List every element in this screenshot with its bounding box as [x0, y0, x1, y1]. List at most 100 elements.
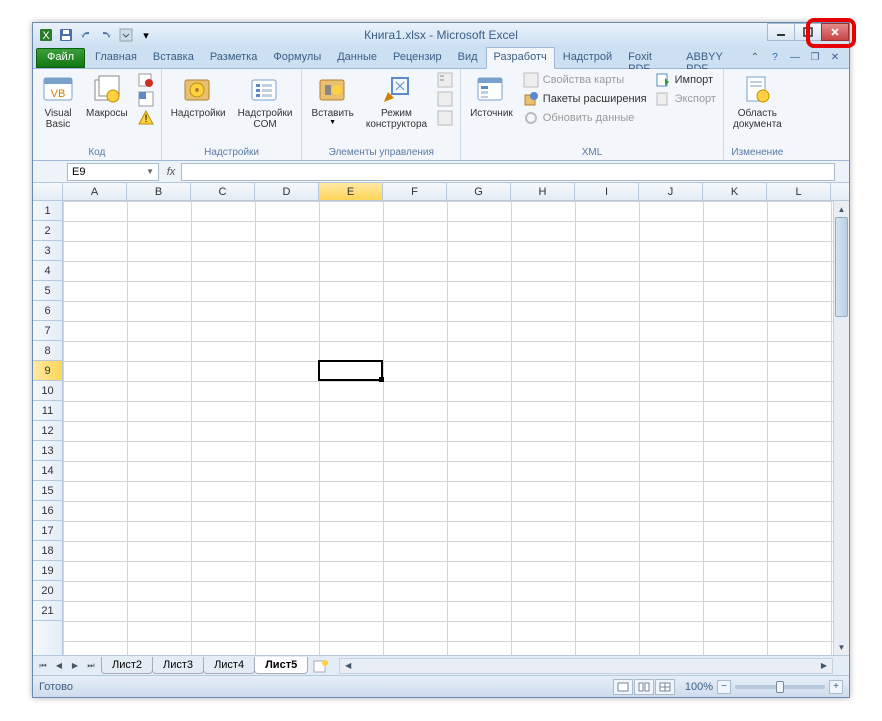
document-panel-button[interactable]: Область документа: [728, 71, 787, 133]
horizontal-scrollbar[interactable]: ◀ ▶: [339, 658, 833, 674]
workbook-minimize-icon[interactable]: —: [787, 50, 803, 66]
tab-разработч[interactable]: Разработч: [486, 47, 555, 69]
workbook-restore-icon[interactable]: ❐: [807, 50, 823, 66]
formula-input[interactable]: [181, 163, 835, 181]
row-header[interactable]: 21: [33, 601, 62, 621]
row-header[interactable]: 2: [33, 221, 62, 241]
row-header[interactable]: 3: [33, 241, 62, 261]
row-header[interactable]: 19: [33, 561, 62, 581]
run-dialog-button[interactable]: [434, 109, 456, 127]
row-header[interactable]: 9: [33, 361, 62, 381]
visual-basic-button[interactable]: VB Visual Basic: [37, 71, 79, 133]
row-header[interactable]: 16: [33, 501, 62, 521]
page-layout-view-button[interactable]: [634, 679, 654, 695]
column-header[interactable]: A: [63, 183, 127, 200]
sheet-tab[interactable]: Лист3: [152, 657, 204, 674]
zoom-knob[interactable]: [776, 681, 784, 693]
save-icon[interactable]: [57, 26, 75, 44]
row-header[interactable]: 7: [33, 321, 62, 341]
row-header[interactable]: 11: [33, 401, 62, 421]
column-header[interactable]: G: [447, 183, 511, 200]
scroll-down-icon[interactable]: ▼: [834, 639, 849, 655]
macros-button[interactable]: Макросы: [81, 71, 133, 122]
tab-разметка[interactable]: Разметка: [202, 47, 266, 68]
row-header[interactable]: 5: [33, 281, 62, 301]
scroll-right-icon[interactable]: ▶: [816, 659, 832, 673]
map-props-button[interactable]: Свойства карты: [520, 71, 650, 89]
tab-вставка[interactable]: Вставка: [145, 47, 202, 68]
export-button[interactable]: Экспорт: [652, 90, 719, 108]
excel-icon[interactable]: X: [37, 26, 55, 44]
row-header[interactable]: 1: [33, 201, 62, 221]
tab-данные[interactable]: Данные: [329, 47, 385, 68]
expansion-packs-button[interactable]: Пакеты расширения: [520, 90, 650, 108]
macro-security-button[interactable]: !: [135, 109, 157, 127]
cells-area[interactable]: [63, 201, 849, 655]
normal-view-button[interactable]: [613, 679, 633, 695]
sheet-prev-icon[interactable]: ◀: [51, 658, 67, 674]
record-macro-button[interactable]: [135, 71, 157, 89]
column-header[interactable]: F: [383, 183, 447, 200]
sheet-tab[interactable]: Лист4: [203, 657, 255, 674]
sheet-first-icon[interactable]: ⏮: [35, 658, 51, 674]
column-header[interactable]: D: [255, 183, 319, 200]
minimize-button[interactable]: [767, 23, 795, 41]
row-header[interactable]: 10: [33, 381, 62, 401]
column-header[interactable]: K: [703, 183, 767, 200]
undo-icon[interactable]: [77, 26, 95, 44]
source-button[interactable]: Источник: [465, 71, 518, 122]
help-icon[interactable]: ?: [767, 50, 783, 66]
row-header[interactable]: 8: [33, 341, 62, 361]
tab-foxit pdf[interactable]: Foxit PDF: [620, 47, 678, 68]
select-all-corner[interactable]: [33, 183, 63, 200]
new-sheet-button[interactable]: [311, 658, 331, 674]
zoom-out-button[interactable]: −: [717, 680, 731, 694]
sheet-last-icon[interactable]: ⏭: [83, 658, 99, 674]
scroll-up-icon[interactable]: ▲: [834, 201, 849, 217]
import-button[interactable]: Импорт: [652, 71, 719, 89]
column-header[interactable]: B: [127, 183, 191, 200]
column-header[interactable]: E: [319, 183, 383, 200]
tab-главная[interactable]: Главная: [87, 47, 145, 68]
vertical-scrollbar[interactable]: ▲ ▼: [833, 201, 849, 655]
refresh-data-button[interactable]: Обновить данные: [520, 109, 650, 127]
addins-button[interactable]: Надстройки: [166, 71, 231, 122]
column-header[interactable]: C: [191, 183, 255, 200]
active-cell[interactable]: [318, 360, 383, 381]
tab-надстрой[interactable]: Надстрой: [555, 47, 620, 68]
row-header[interactable]: 20: [33, 581, 62, 601]
row-header[interactable]: 4: [33, 261, 62, 281]
insert-control-button[interactable]: Вставить ▼: [306, 71, 358, 129]
sheet-tab[interactable]: Лист2: [101, 657, 153, 674]
tab-file[interactable]: Файл: [36, 48, 85, 68]
zoom-level[interactable]: 100%: [685, 681, 713, 693]
row-header[interactable]: 13: [33, 441, 62, 461]
row-header[interactable]: 14: [33, 461, 62, 481]
ribbon-minimize-icon[interactable]: ⌃: [747, 50, 763, 66]
column-header[interactable]: H: [511, 183, 575, 200]
properties-button[interactable]: [434, 71, 456, 89]
sheet-tab[interactable]: Лист5: [254, 657, 308, 674]
row-header[interactable]: 17: [33, 521, 62, 541]
zoom-slider[interactable]: [735, 685, 825, 689]
row-header[interactable]: 6: [33, 301, 62, 321]
view-code-button[interactable]: [434, 90, 456, 108]
sheet-next-icon[interactable]: ▶: [67, 658, 83, 674]
redo-icon[interactable]: [97, 26, 115, 44]
tab-abbyy pdf[interactable]: ABBYY PDF: [678, 47, 747, 68]
fx-icon[interactable]: fx: [161, 166, 181, 178]
row-header[interactable]: 18: [33, 541, 62, 561]
qat-more-icon[interactable]: [117, 26, 135, 44]
relative-refs-button[interactable]: [135, 90, 157, 108]
column-header[interactable]: J: [639, 183, 703, 200]
tab-вид[interactable]: Вид: [450, 47, 486, 68]
tab-формулы[interactable]: Формулы: [265, 47, 329, 68]
zoom-in-button[interactable]: +: [829, 680, 843, 694]
com-addins-button[interactable]: Надстройки COM: [233, 71, 298, 133]
design-mode-button[interactable]: Режим конструктора: [361, 71, 432, 133]
column-header[interactable]: L: [767, 183, 831, 200]
scroll-left-icon[interactable]: ◀: [340, 659, 356, 673]
name-box[interactable]: E9▼: [67, 163, 159, 181]
row-header[interactable]: 12: [33, 421, 62, 441]
vscroll-thumb[interactable]: [835, 217, 848, 317]
